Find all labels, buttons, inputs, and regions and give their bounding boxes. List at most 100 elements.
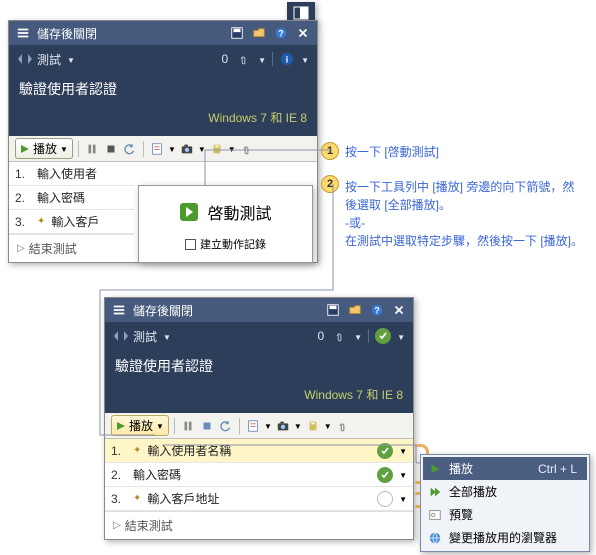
menu-item-preview[interactable]: 預覽 [423,503,587,526]
actionbar: 播放 ▼ ▼ ▼ ▼ [105,413,413,439]
bug-icon[interactable] [209,141,225,157]
env-label: Windows 7 和 IE 8 [105,386,413,413]
step-row[interactable]: 1. 輸入使用者 [9,162,134,186]
attach-icon[interactable] [335,418,351,434]
menu-item-play-all[interactable]: 全部播放 [423,480,587,503]
diamond-icon: ✦ [133,493,141,504]
create-action-record-checkbox[interactable]: 建立動作記錄 [157,236,294,252]
menu-label: 變更播放用的瀏覽器 [449,529,557,546]
reset-icon[interactable] [122,141,138,157]
play-button[interactable]: 播放 ▼ [15,138,73,159]
help-icon[interactable]: ? [369,302,385,318]
footer-end-test[interactable]: ▷ 結束測試 [9,234,134,262]
step-row[interactable]: 1. ✦ 輸入使用者名稱 ▼ [105,439,413,463]
play-button[interactable]: 播放 ▼ [111,415,169,436]
checkbox-icon [185,239,196,250]
open-icon[interactable] [347,302,363,318]
pause-icon[interactable] [180,418,196,434]
camera-icon[interactable] [179,141,195,157]
nav-arrows-icon[interactable] [17,53,33,65]
stop-icon[interactable] [103,141,119,157]
chevron-down-icon[interactable]: ▼ [60,145,68,154]
attach-icon[interactable] [239,141,255,157]
chevron-down-icon[interactable]: ▼ [324,422,332,431]
start-test-popup: 啓動測試 建立動作記錄 [138,185,313,263]
step-text: 輸入密碼 [133,466,371,483]
chevron-down-icon[interactable]: ▼ [264,422,272,431]
callout-badge-1: 1 [321,142,339,160]
open-icon[interactable] [251,25,267,41]
end-test-label: 結束測試 [29,240,77,257]
reset-icon[interactable] [218,418,234,434]
attach-icon[interactable] [332,328,348,344]
play-label: 播放 [129,417,153,434]
chevron-down-icon[interactable]: ▼ [168,145,176,154]
step-number: 2. [15,191,31,205]
step-number: 3. [111,492,127,506]
step-row[interactable]: 2. 輸入密碼 [9,186,134,210]
bug-icon[interactable] [305,418,321,434]
menu-label: 預覽 [449,506,473,523]
titlebar: 儲存後關閉 ? [9,21,317,45]
play-label: 播放 [33,140,57,157]
step-text: 輸入客戶 [51,213,128,230]
play-icon [427,461,443,477]
browser-icon [427,530,443,546]
menu-label: 播放 [449,460,473,477]
env-label: Windows 7 和 IE 8 [9,109,317,136]
chevron-down-icon[interactable]: ▼ [399,447,407,456]
footer-end-test[interactable]: ▷ 結束測試 [105,511,413,539]
chevron-down-icon[interactable]: ▼ [228,145,236,154]
menu-item-play[interactable]: 播放 Ctrl + L [423,457,587,480]
chevron-down-icon[interactable]: ▼ [354,333,362,342]
step-row[interactable]: 2. 輸入密碼 ▼ [105,463,413,487]
info-icon[interactable]: i [279,51,295,67]
stop-icon[interactable] [199,418,215,434]
chevron-down-icon[interactable]: ▼ [163,333,171,342]
help-icon[interactable]: ? [273,25,289,41]
step-text: 輸入密碼 [37,189,128,206]
chevron-down-icon[interactable]: ▼ [67,56,75,65]
step-row[interactable]: 3. ✦ 輸入客戶 [9,210,134,234]
chevron-down-icon[interactable]: ▼ [399,471,407,480]
nav-arrows-icon[interactable] [113,330,129,342]
toolbar: 測試 ▼ 0 ▼ i ▼ [9,45,317,73]
chevron-down-icon[interactable]: ▼ [294,422,302,431]
save-icon[interactable] [325,302,341,318]
callout-badge-2: 2 [321,175,339,193]
attach-icon[interactable] [236,51,252,67]
pause-icon[interactable] [84,141,100,157]
step-number: 1. [111,444,127,458]
tab-label[interactable]: 測試 [133,328,157,345]
close-icon[interactable] [391,302,407,318]
step-text: 輸入使用者 [37,165,128,182]
attachment-count: 0 [317,329,324,343]
chevron-down-icon[interactable]: ▼ [399,495,407,504]
start-test-button[interactable]: 啓動測試 [157,200,294,224]
tab-label[interactable]: 測試 [37,51,61,68]
svg-text:?: ? [374,306,379,316]
actionbar: 播放 ▼ ▼ ▼ ▼ [9,136,317,162]
chevron-down-icon[interactable]: ▼ [156,422,164,431]
close-icon[interactable] [295,25,311,41]
step-row[interactable]: 3. ✦ 輸入客戶地址 ▼ [105,487,413,511]
svg-text:?: ? [278,29,283,39]
preview-icon [427,507,443,523]
save-icon[interactable] [229,25,245,41]
callout-text-2: 按一下工具列中 [播放] 旁邊的向下箭號，然後選取 [全部播放]。 -或- 在測… [345,178,585,250]
callout-text-1: 按一下 [啓動測試] [345,143,585,161]
play-all-icon [427,484,443,500]
chevron-down-icon[interactable]: ▼ [198,145,206,154]
status-pass-icon[interactable] [375,328,391,344]
status-pass-icon [377,443,393,459]
menu-label: 全部播放 [449,483,497,500]
script-icon[interactable] [149,141,165,157]
script-icon[interactable] [245,418,261,434]
attachment-count: 0 [221,52,228,66]
heading: 驗證使用者認證 [105,350,413,386]
chevron-down-icon[interactable]: ▼ [258,56,266,65]
camera-icon[interactable] [275,418,291,434]
menu-item-change-browser[interactable]: 變更播放用的瀏覽器 [423,526,587,549]
chevron-down-icon[interactable]: ▼ [397,333,405,342]
chevron-down-icon[interactable]: ▼ [301,56,309,65]
